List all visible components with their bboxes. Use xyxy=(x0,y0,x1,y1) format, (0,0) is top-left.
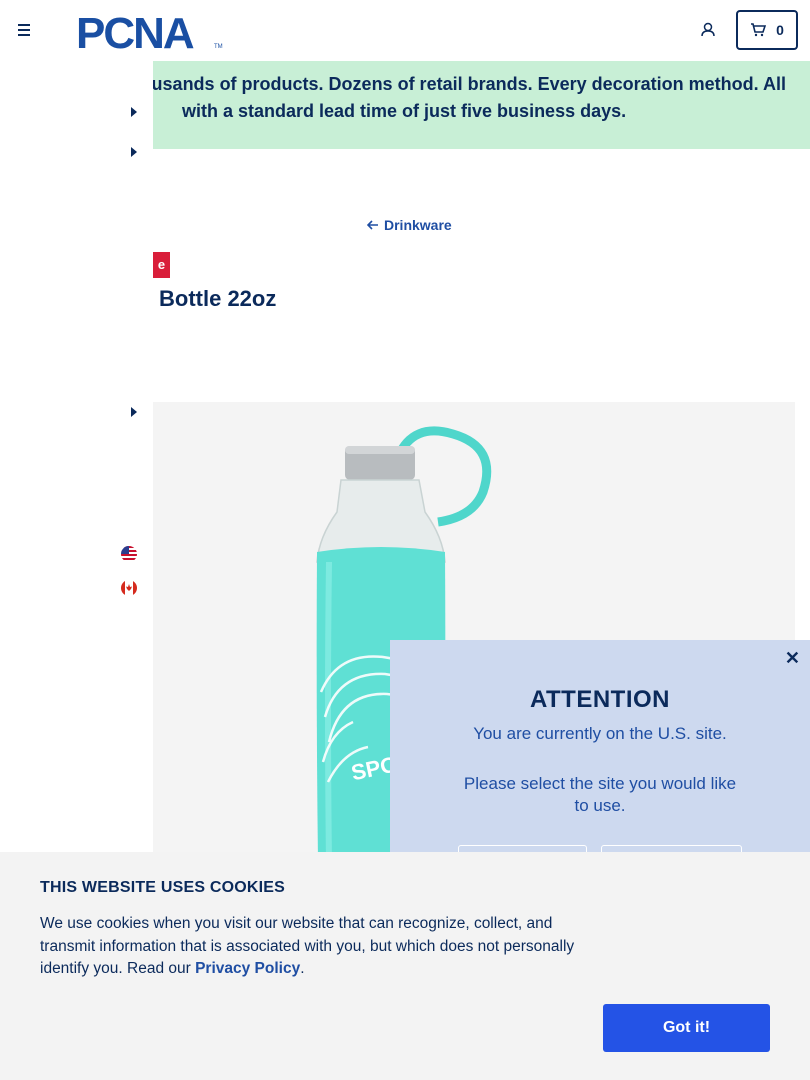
modal-current-site-message: You are currently on the U.S. site. xyxy=(473,724,727,743)
cookie-heading: THIS WEBSITE USES COOKIES xyxy=(40,879,286,896)
cookie-body-text: We use cookies when you visit our websit… xyxy=(40,915,575,977)
arrow-left-icon xyxy=(367,220,378,230)
caret-right-icon[interactable] xyxy=(130,147,138,157)
modal-heading: ATTENTION xyxy=(529,686,671,713)
breadcrumb-back-link[interactable]: Drinkware xyxy=(367,217,452,233)
svg-text:TM: TM xyxy=(214,44,223,50)
promo-banner: usands of products. Dozens of retail bra… xyxy=(153,61,810,149)
cookie-body-end: . xyxy=(300,960,305,977)
cart-count: 0 xyxy=(776,22,784,38)
close-icon[interactable]: ✕ xyxy=(785,648,800,669)
cart-button[interactable]: 0 xyxy=(736,10,798,50)
account-icon[interactable] xyxy=(698,20,718,40)
cookie-body: We use cookies when you visit our websit… xyxy=(40,913,610,981)
got-it-button[interactable]: Got it! xyxy=(603,1004,770,1052)
site-header: PCNA TM 0 xyxy=(0,0,810,60)
product-title: Bottle 22oz xyxy=(159,286,277,311)
privacy-policy-link[interactable]: Privacy Policy xyxy=(195,960,300,977)
hamburger-menu-icon[interactable] xyxy=(18,20,38,40)
promo-banner-line-1: usands of products. Dozens of retail bra… xyxy=(153,74,786,94)
cookie-consent-banner: THIS WEBSITE USES COOKIES We use cookies… xyxy=(0,852,810,1080)
promo-banner-line-2: with a standard lead time of just five b… xyxy=(182,101,627,121)
breadcrumb-label: Drinkware xyxy=(384,217,452,233)
caret-right-icon[interactable] xyxy=(130,107,138,117)
pcna-logo[interactable]: PCNA TM xyxy=(76,9,226,58)
product-badge: e xyxy=(153,252,170,278)
caret-right-icon[interactable] xyxy=(130,407,138,417)
site-selection-modal: ✕ ATTENTION You are currently on the U.S… xyxy=(390,640,810,885)
svg-text:PCNA: PCNA xyxy=(76,10,194,52)
canada-flag-icon[interactable] xyxy=(121,580,137,596)
modal-prompt: Please select the site you would like to… xyxy=(463,774,737,815)
us-flag-icon[interactable] xyxy=(121,546,137,562)
cart-icon xyxy=(751,23,767,37)
